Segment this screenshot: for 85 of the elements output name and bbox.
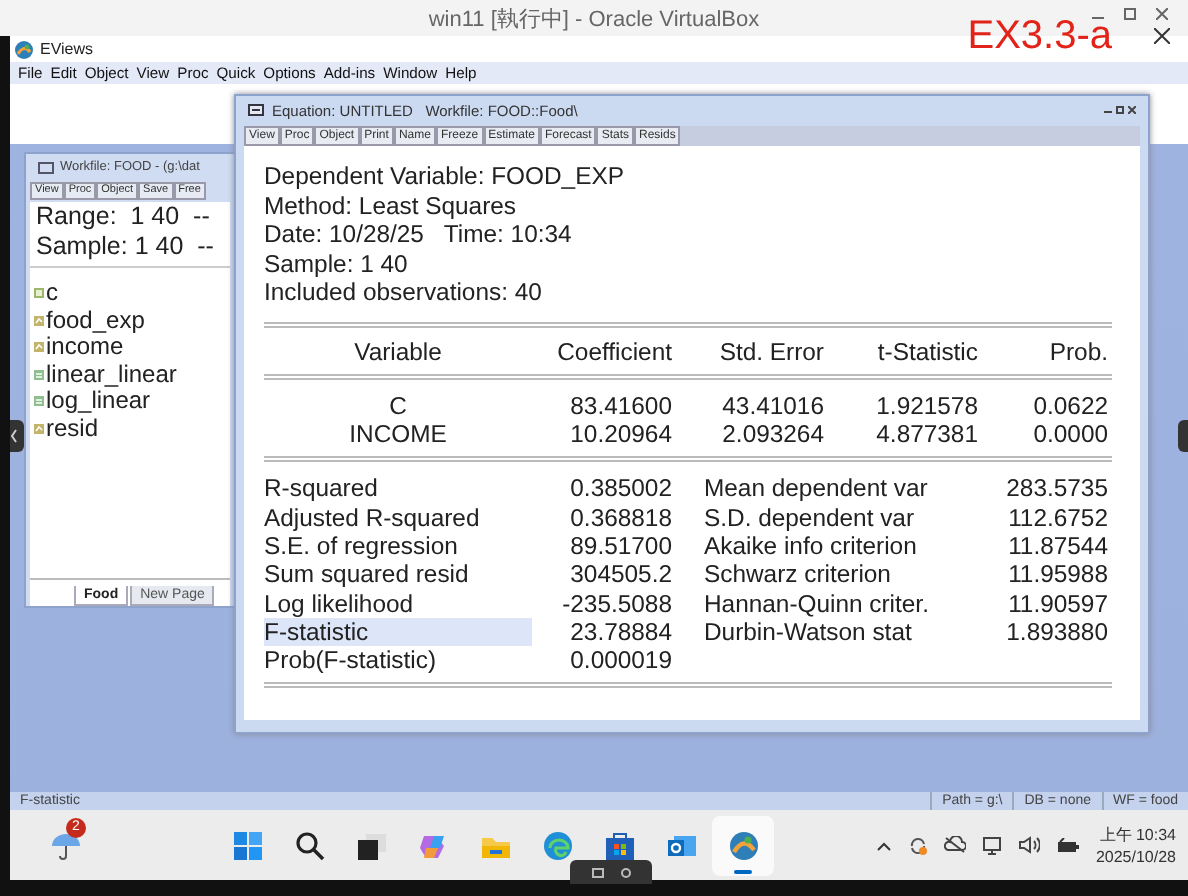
table-cell-text: 304505.2 xyxy=(568,560,672,590)
snap-icon[interactable] xyxy=(619,867,631,877)
table-cell[interactable]: R-squared xyxy=(264,474,532,504)
table-cell-text: Schwarz criterion xyxy=(704,560,893,590)
output-line: Dependent Variable: FOOD_EXP xyxy=(264,162,626,191)
annotation-label: EX3.3-a xyxy=(967,16,1112,56)
object-item[interactable]: resid xyxy=(46,415,99,442)
table-cell-text: 1.893880 xyxy=(1004,617,1108,647)
sample-label: Sample: 1 40 -- xyxy=(34,232,216,262)
side-handle-icon[interactable] xyxy=(1178,420,1188,452)
table-cell-text: 23.78884 xyxy=(568,617,672,647)
search-icon[interactable] xyxy=(293,829,325,861)
snap-icon[interactable] xyxy=(591,867,603,877)
object-item[interactable]: c xyxy=(46,280,58,307)
table-cell-text: Hannan-Quinn criter. xyxy=(704,589,931,618)
store-icon[interactable] xyxy=(603,829,635,861)
table-cell[interactable]: Prob(F-statistic) xyxy=(264,646,532,675)
table-cell-text: 89.51700 xyxy=(568,531,672,561)
table-cell-text: 11.90597 xyxy=(1006,589,1108,618)
table-cell-text: 1.921578 xyxy=(874,391,978,421)
table-cell-text: 0.0622 xyxy=(1031,391,1108,421)
table-cell[interactable]: Log likelihood xyxy=(264,589,532,618)
column-header: Coefficient xyxy=(555,337,672,366)
table-cell-text: 283.5735 xyxy=(1004,474,1108,504)
volume-icon[interactable] xyxy=(1017,836,1040,854)
column-header: Variable xyxy=(352,337,444,366)
app-logo-icon[interactable] xyxy=(727,829,759,861)
table-cell-text: Durbin-Watson stat xyxy=(704,617,914,647)
range-label: Range: 1 40 -- xyxy=(34,202,212,232)
table-cell-text: -235.5088 xyxy=(560,589,672,618)
output-line: Sample: 1 40 xyxy=(264,249,410,278)
table-cell[interactable]: F-statistic xyxy=(264,617,532,647)
sync-icon[interactable] xyxy=(907,835,928,855)
object-item[interactable]: linear_linear xyxy=(46,361,177,388)
cloud-off-icon[interactable] xyxy=(943,836,966,854)
minimize-icon[interactable] xyxy=(1104,106,1112,114)
clock-time[interactable]: 上午 10:34 xyxy=(1099,823,1176,845)
table-cell[interactable]: Adjusted R-squared xyxy=(264,503,532,532)
table-cell-text: 0.000019 xyxy=(568,646,672,675)
table-cell-text: INCOME xyxy=(347,420,449,449)
window-icon xyxy=(38,161,54,173)
table-cell-text: C xyxy=(387,391,409,421)
active-indicator xyxy=(734,869,752,873)
table-cell-text: 83.41600 xyxy=(568,391,672,421)
close-icon[interactable] xyxy=(1154,28,1170,44)
coefficient-icon xyxy=(34,288,44,299)
umbrella-icon[interactable] xyxy=(50,829,82,861)
window-icon xyxy=(248,104,264,116)
table-cell-text: 112.6752 xyxy=(1006,503,1108,532)
network-icon[interactable] xyxy=(981,835,1002,855)
start-icon[interactable] xyxy=(231,829,263,861)
column-header: t-Statistic xyxy=(875,337,978,366)
column-header: Prob. xyxy=(1047,337,1108,366)
table-cell-text: 0.368818 xyxy=(568,503,672,532)
table-cell-text: 43.41016 xyxy=(720,391,824,421)
table-cell-text: 11.95988 xyxy=(1006,560,1108,590)
table-cell-text: 0.385002 xyxy=(568,474,672,504)
output-line: Date: 10/28/25 Time: 10:34 xyxy=(264,220,574,249)
window-title: win11 [執行中] - Oracle VirtualBox xyxy=(428,5,760,33)
object-item[interactable]: income xyxy=(46,334,124,361)
object-item[interactable]: log_linear xyxy=(46,388,151,415)
clock-date[interactable]: 2025/10/28 xyxy=(1095,845,1176,867)
table-cell[interactable]: Sum squared resid xyxy=(264,560,532,590)
app-title: EViews xyxy=(40,40,94,58)
maximize-icon[interactable] xyxy=(1124,8,1136,20)
table-cell[interactable]: S.E. of regression xyxy=(264,531,532,561)
maximize-icon[interactable] xyxy=(1116,106,1124,114)
edge-icon[interactable] xyxy=(541,829,573,861)
table-cell-text: 2.093264 xyxy=(720,420,824,449)
app-logo-icon xyxy=(14,39,34,59)
close-icon[interactable] xyxy=(1128,106,1136,114)
table-cell-text: 10.20964 xyxy=(568,420,672,449)
output-line: Included observations: 40 xyxy=(264,278,544,307)
table-cell-text: 11.87544 xyxy=(1006,531,1108,561)
chevron-up-icon[interactable] xyxy=(875,839,892,851)
column-header: Std. Error xyxy=(717,337,824,366)
object-item[interactable]: food_exp xyxy=(46,307,145,334)
table-cell-text: 4.877381 xyxy=(874,420,978,449)
task-view-icon[interactable] xyxy=(355,829,387,861)
output-line: Method: Least Squares xyxy=(264,191,519,220)
table-cell-text: Akaike info criterion xyxy=(704,531,919,561)
table-cell-text: Mean dependent var xyxy=(704,474,930,504)
table-cell-text: 0.0000 xyxy=(1031,420,1108,449)
table-cell-text: S.D. dependent var xyxy=(704,503,917,532)
battery-icon[interactable] xyxy=(1055,837,1080,853)
